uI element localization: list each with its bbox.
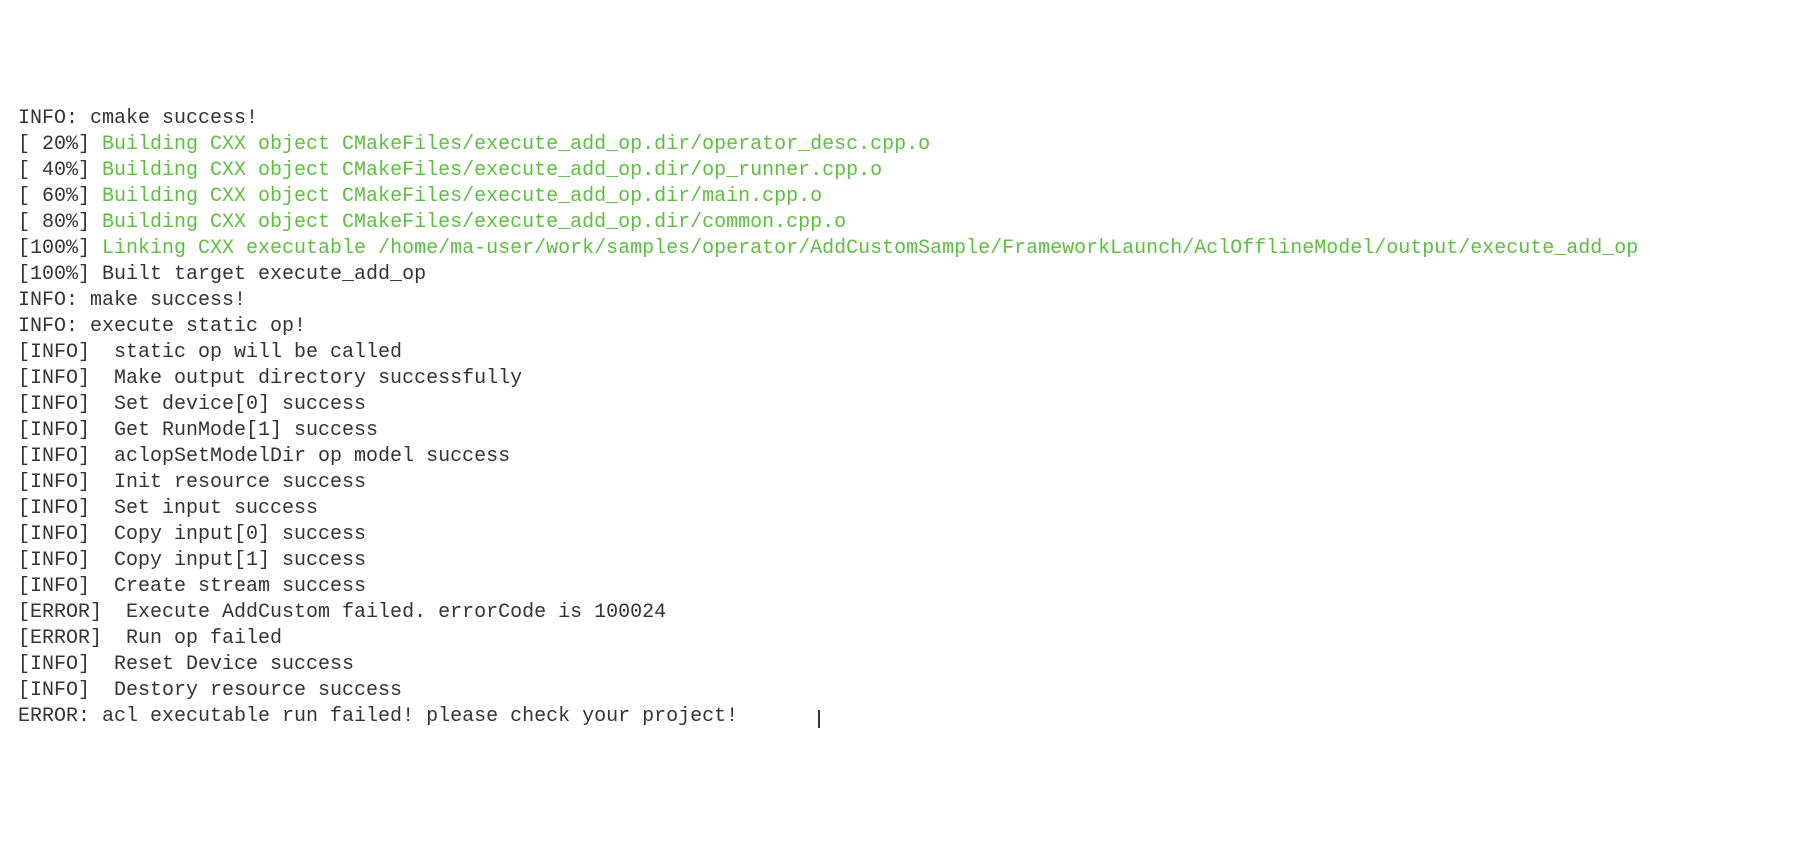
log-line: INFO: cmake success! [18,106,1792,132]
log-line: INFO: execute static op! [18,314,1792,340]
log-text: [INFO] Set device[0] success [18,393,366,416]
log-line: [INFO] Set device[0] success [18,392,1792,418]
log-line: [INFO] Create stream success [18,574,1792,600]
build-percent: [ 20%] [18,133,102,156]
log-text: [INFO] Reset Device success [18,653,354,676]
log-line: [INFO] Init resource success [18,470,1792,496]
log-text: [INFO] Copy input[0] success [18,523,366,546]
log-text: [INFO] aclopSetModelDir op model success [18,445,510,468]
cursor [818,710,820,728]
log-text: [INFO] Copy input[1] success [18,549,366,572]
link-message: Linking CXX executable /home/ma-user/wor… [102,237,1638,260]
log-line: [ 60%] Building CXX object CMakeFiles/ex… [18,184,1792,210]
log-text: ERROR: acl executable run failed! please… [18,705,738,728]
log-line: [ERROR] Run op failed [18,626,1792,652]
log-line: [INFO] Destory resource success [18,678,1792,704]
log-text: INFO: make success! [18,289,246,312]
log-text: [ERROR] Run op failed [18,627,282,650]
log-text: INFO: execute static op! [18,315,306,338]
log-line: [INFO] Copy input[0] success [18,522,1792,548]
log-text: [INFO] Get RunMode[1] success [18,419,378,442]
build-message: Building CXX object CMakeFiles/execute_a… [102,211,846,234]
log-line: [INFO] Reset Device success [18,652,1792,678]
log-line: [100%] Linking CXX executable /home/ma-u… [18,236,1792,262]
log-line: [INFO] Get RunMode[1] success [18,418,1792,444]
log-line: [INFO] Copy input[1] success [18,548,1792,574]
log-line: INFO: make success! [18,288,1792,314]
log-line: [INFO] Make output directory successfull… [18,366,1792,392]
log-text: [ERROR] Execute AddCustom failed. errorC… [18,601,666,624]
log-line: [ 40%] Building CXX object CMakeFiles/ex… [18,158,1792,184]
log-line: [INFO] static op will be called [18,340,1792,366]
log-line: [INFO] aclopSetModelDir op model success [18,444,1792,470]
log-text: [INFO] Make output directory successfull… [18,367,522,390]
build-message: Building CXX object CMakeFiles/execute_a… [102,159,882,182]
terminal-output: INFO: cmake success![ 20%] Building CXX … [18,106,1792,730]
log-text: [INFO] Init resource success [18,471,366,494]
build-percent: [ 40%] [18,159,102,182]
log-line: ERROR: acl executable run failed! please… [18,704,1792,730]
log-text: [100%] Built target execute_add_op [18,263,426,286]
log-text: INFO: cmake success! [18,107,258,130]
log-line: [100%] Built target execute_add_op [18,262,1792,288]
log-line: [ 80%] Building CXX object CMakeFiles/ex… [18,210,1792,236]
log-text: [INFO] Create stream success [18,575,366,598]
log-text: [INFO] Set input success [18,497,318,520]
build-percent: [ 60%] [18,185,102,208]
log-line: [INFO] Set input success [18,496,1792,522]
build-percent: [100%] [18,237,102,260]
log-line: [ 20%] Building CXX object CMakeFiles/ex… [18,132,1792,158]
build-message: Building CXX object CMakeFiles/execute_a… [102,185,822,208]
log-text: [INFO] static op will be called [18,341,402,364]
build-message: Building CXX object CMakeFiles/execute_a… [102,133,930,156]
build-percent: [ 80%] [18,211,102,234]
log-text: [INFO] Destory resource success [18,679,402,702]
log-line: [ERROR] Execute AddCustom failed. errorC… [18,600,1792,626]
